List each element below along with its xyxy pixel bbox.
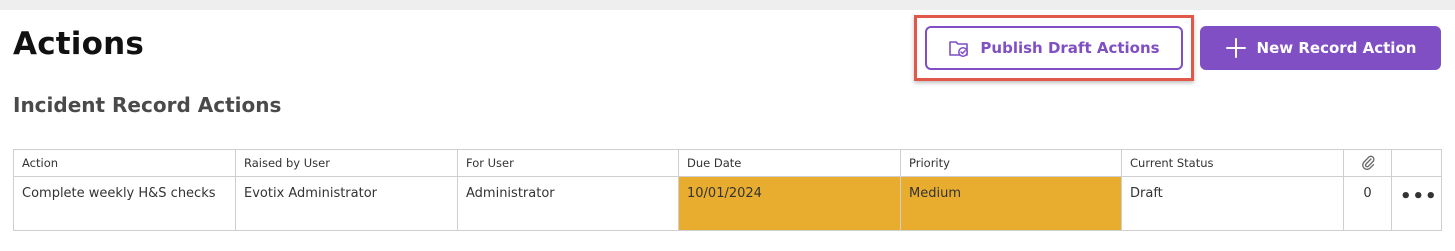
column-header-menu	[1391, 149, 1442, 177]
cell-status: Draft	[1121, 176, 1344, 231]
column-header-action[interactable]: Action	[13, 149, 236, 177]
top-bar	[0, 0, 1455, 10]
cell-attachments-count: 0	[1343, 176, 1392, 231]
new-record-action-label: New Record Action	[1256, 39, 1417, 57]
column-header-for-user[interactable]: For User	[457, 149, 679, 177]
paperclip-icon	[1361, 154, 1375, 170]
cell-for-user: Administrator	[457, 176, 679, 231]
cell-action[interactable]: Complete weekly H&S checks	[13, 176, 236, 231]
column-header-due-date[interactable]: Due Date	[678, 149, 901, 177]
column-header-priority[interactable]: Priority	[900, 149, 1122, 177]
cell-priority: Medium	[900, 176, 1122, 231]
table-header-row: Action Raised by User For User Due Date …	[13, 149, 1442, 177]
column-header-raised-by[interactable]: Raised by User	[235, 149, 458, 177]
table-row[interactable]: Complete weekly H&S checks Evotix Admini…	[13, 176, 1442, 231]
page-title: Actions	[13, 26, 145, 62]
row-menu-cell: •••	[1391, 176, 1442, 231]
cell-raised-by: Evotix Administrator	[235, 176, 458, 231]
column-header-status[interactable]: Current Status	[1121, 149, 1344, 177]
publish-draft-actions-label: Publish Draft Actions	[980, 39, 1160, 57]
more-horizontal-icon[interactable]: •••	[1400, 186, 1438, 207]
actions-table: Action Raised by User For User Due Date …	[13, 149, 1442, 231]
new-record-action-button[interactable]: New Record Action	[1200, 26, 1441, 70]
cell-due-date: 10/01/2024	[678, 176, 901, 231]
plus-icon	[1225, 37, 1247, 59]
publish-draft-actions-button[interactable]: Publish Draft Actions	[925, 26, 1183, 70]
column-header-attachments	[1343, 149, 1392, 177]
section-title: Incident Record Actions	[13, 93, 282, 117]
folder-check-icon	[948, 38, 970, 58]
